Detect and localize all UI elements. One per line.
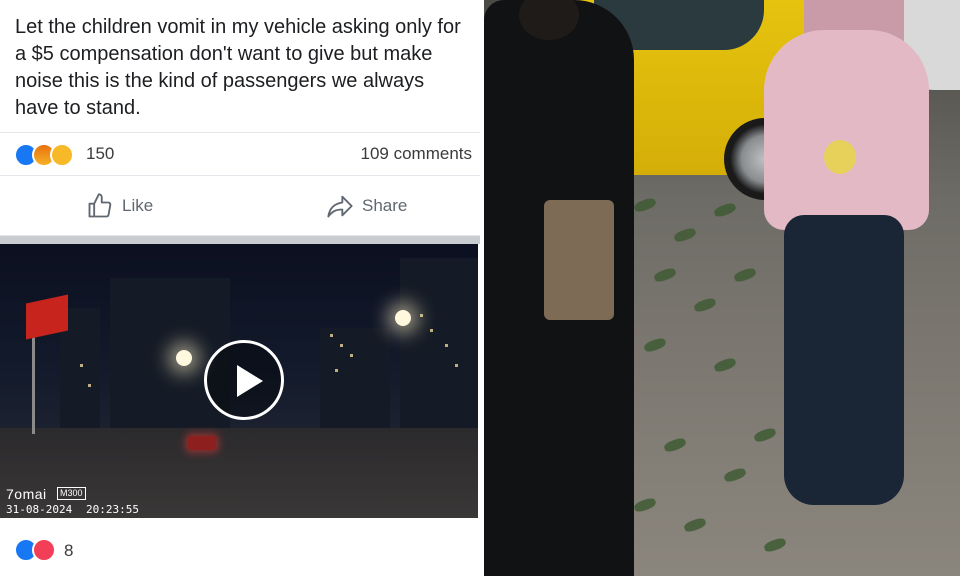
share-label: Share (362, 196, 408, 215)
reaction-summary-bar: 150 109 comments (0, 132, 480, 176)
bag (544, 200, 614, 320)
dashcam-date: 31-08-2024 (6, 503, 73, 516)
street-lamp (176, 350, 192, 366)
woman-in-floral-top (764, 30, 929, 230)
video-reaction-count[interactable]: 8 (64, 541, 73, 561)
dashcam-video[interactable]: 7omai M300 31-08-2024 20:23:55 (0, 244, 478, 518)
dashcam-model: M300 (57, 487, 86, 500)
sad-icon (50, 143, 74, 167)
building (400, 258, 478, 448)
like-label: Like (122, 196, 154, 215)
dashcam-brand: 7omai (6, 486, 47, 502)
post-text: Let the children vomit in my vehicle ask… (15, 16, 461, 119)
photo-of-dispute (484, 0, 960, 576)
facebook-post: Let the children vomit in my vehicle ask… (0, 0, 480, 576)
thumbs-up-icon (88, 193, 112, 218)
love-icon (32, 538, 56, 562)
yellow-glove (824, 140, 856, 174)
car-ahead (188, 436, 216, 450)
share-button[interactable]: Share (326, 192, 407, 220)
street-lamp (395, 310, 411, 326)
dashcam-time: 20:23:55 (86, 503, 139, 516)
like-button[interactable]: Like (86, 192, 153, 220)
separator (0, 236, 480, 244)
play-button-icon[interactable] (204, 340, 284, 420)
comment-count[interactable]: 109 comments (361, 144, 473, 164)
woman-trousers (784, 215, 904, 505)
reaction-count[interactable]: 150 (86, 144, 114, 164)
share-arrow-icon (327, 195, 353, 218)
post-action-bar: Like Share (0, 176, 480, 236)
